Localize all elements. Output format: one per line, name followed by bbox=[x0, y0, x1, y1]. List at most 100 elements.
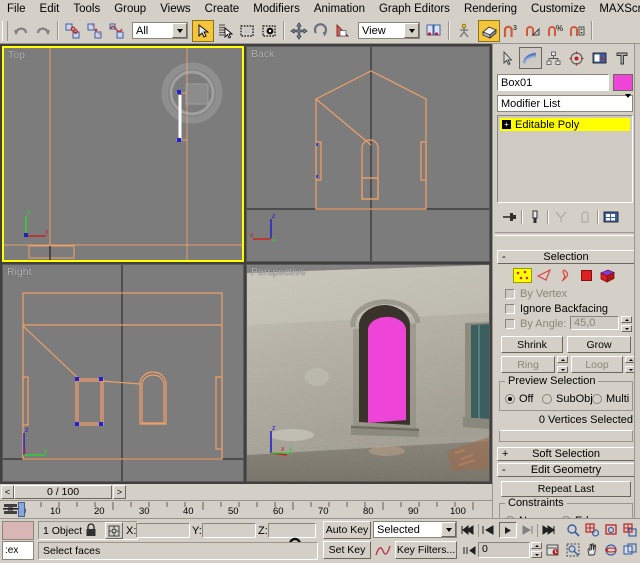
ignore-backfacing-row[interactable]: Ignore Backfacing bbox=[505, 303, 608, 315]
selection-rollout-header[interactable]: - Selection bbox=[497, 250, 635, 264]
menu-item-customize[interactable]: Customize bbox=[524, 2, 592, 16]
play-animation-button[interactable] bbox=[499, 522, 517, 538]
menu-item-modifiers[interactable]: Modifiers bbox=[246, 2, 307, 16]
set-key-button[interactable]: Set Key bbox=[323, 541, 371, 559]
prev-frame-arrow[interactable]: < bbox=[1, 485, 14, 499]
shrink-button[interactable]: Shrink bbox=[501, 336, 563, 353]
select-and-move-icon[interactable] bbox=[288, 20, 310, 42]
arc-rotate-icon[interactable] bbox=[602, 541, 619, 558]
by-angle-row[interactable]: By Angle: bbox=[505, 318, 566, 330]
track-bar[interactable]: 10 20 30 40 50 60 70 80 90 100 0 bbox=[0, 500, 492, 519]
window-crossing-icon[interactable] bbox=[258, 20, 280, 42]
by-angle-spinner[interactable] bbox=[621, 316, 632, 332]
menu-item-graph-editors[interactable]: Graph Editors bbox=[372, 2, 457, 16]
y-coordinate-field[interactable] bbox=[202, 523, 256, 538]
current-frame-field[interactable]: 0 / 100 bbox=[14, 485, 112, 499]
viewport-back[interactable]: Back bbox=[246, 46, 490, 262]
maxscript-mini-listener-swatch[interactable] bbox=[2, 521, 34, 540]
subobject-edge-icon[interactable] bbox=[536, 268, 553, 283]
menu-item-rendering[interactable]: Rendering bbox=[457, 2, 524, 16]
snaps-toggle-button[interactable] bbox=[478, 20, 500, 42]
zoom-extents-all-icon[interactable] bbox=[621, 521, 638, 538]
previous-frame-icon[interactable] bbox=[481, 523, 497, 538]
bind-space-warp-icon[interactable] bbox=[106, 20, 128, 42]
by-angle-field[interactable]: 45,0 bbox=[570, 316, 619, 330]
preview-multi-radio-row[interactable]: Multi bbox=[592, 393, 629, 405]
unlink-selection-icon[interactable] bbox=[84, 20, 106, 42]
menu-item-group[interactable]: Group bbox=[107, 2, 153, 16]
reference-coordinate-combo[interactable]: View bbox=[358, 22, 420, 39]
current-frame-jump-icon[interactable] bbox=[462, 542, 476, 558]
stack-item-editable-poly[interactable]: + Editable Poly bbox=[500, 118, 630, 131]
open-mini-curve-editor-icon[interactable] bbox=[2, 502, 19, 517]
modifier-stack[interactable]: + Editable Poly bbox=[497, 115, 633, 203]
viewport-top-label[interactable]: Top bbox=[8, 49, 25, 61]
select-object-button[interactable] bbox=[192, 20, 214, 42]
tab-create[interactable] bbox=[496, 47, 519, 69]
tab-display[interactable] bbox=[588, 47, 611, 69]
rectangular-selection-region-icon[interactable] bbox=[236, 20, 258, 42]
viewport-right-label[interactable]: Right bbox=[7, 266, 32, 278]
select-and-link-icon[interactable] bbox=[62, 20, 84, 42]
object-name-field[interactable]: Box01 bbox=[497, 74, 609, 91]
preview-off-radio-row[interactable]: Off bbox=[505, 393, 533, 405]
subobject-vertex-icon[interactable] bbox=[513, 268, 532, 283]
preview-off-radio[interactable] bbox=[505, 394, 515, 404]
go-to-end-icon[interactable] bbox=[540, 523, 556, 538]
viewport-top[interactable]: Top y bbox=[2, 46, 244, 262]
preview-multi-radio[interactable] bbox=[592, 394, 602, 404]
track-bar-ruler[interactable]: 10 20 30 40 50 60 70 80 90 100 0 bbox=[22, 501, 492, 519]
current-frame-field-anim[interactable]: 0 bbox=[478, 542, 530, 558]
toolbar-grip[interactable] bbox=[2, 21, 8, 41]
go-to-start-icon[interactable] bbox=[460, 523, 476, 538]
by-vertex-checkbox[interactable] bbox=[505, 289, 515, 299]
menu-item-animation[interactable]: Animation bbox=[307, 2, 372, 16]
select-and-rotate-icon[interactable] bbox=[310, 20, 332, 42]
preview-subobj-radio-row[interactable]: SubObj bbox=[542, 393, 593, 405]
grow-button[interactable]: Grow bbox=[567, 336, 631, 353]
edit-geometry-rollout-header[interactable]: - Edit Geometry bbox=[497, 463, 635, 477]
subobject-border-icon[interactable] bbox=[557, 268, 574, 283]
viewport-back-label[interactable]: Back bbox=[251, 48, 274, 60]
redo-icon[interactable] bbox=[32, 20, 54, 42]
snap-3d-icon[interactable]: 3 bbox=[500, 20, 522, 42]
pin-stack-icon[interactable] bbox=[497, 210, 521, 224]
select-and-manipulate-icon[interactable] bbox=[453, 20, 475, 42]
field-of-view-icon[interactable] bbox=[564, 541, 581, 558]
soft-selection-rollout-header[interactable]: + Soft Selection bbox=[497, 447, 635, 461]
key-filters-button[interactable]: Key Filters... bbox=[395, 541, 457, 559]
command-panel-scrollbar[interactable] bbox=[634, 44, 640, 518]
absolute-relative-toggle[interactable] bbox=[105, 522, 123, 539]
viewport-right[interactable]: Right bbox=[2, 264, 244, 482]
ring-button[interactable]: Ring bbox=[501, 356, 555, 373]
tab-hierarchy[interactable] bbox=[542, 47, 565, 69]
time-configuration-icon[interactable] bbox=[545, 542, 561, 558]
expand-stack-icon[interactable]: + bbox=[502, 120, 511, 129]
subobject-element-icon[interactable] bbox=[599, 268, 616, 283]
menu-item-maxscript[interactable]: MAXScript bbox=[592, 2, 640, 16]
preview-subobj-radio[interactable] bbox=[542, 394, 552, 404]
chevron-down-icon-modlist[interactable] bbox=[625, 98, 631, 110]
show-end-result-icon[interactable] bbox=[523, 210, 547, 224]
by-vertex-row[interactable]: By Vertex bbox=[505, 288, 567, 300]
object-color-swatch[interactable] bbox=[613, 74, 633, 91]
selection-set-combo[interactable]: Selected bbox=[373, 521, 457, 538]
tab-utilities[interactable] bbox=[611, 47, 634, 69]
repeat-last-button[interactable]: Repeat Last bbox=[501, 481, 631, 497]
undo-icon[interactable] bbox=[10, 20, 32, 42]
next-frame-icon[interactable] bbox=[519, 523, 535, 538]
menu-item-views[interactable]: Views bbox=[153, 2, 197, 16]
subobject-polygon-icon[interactable] bbox=[578, 268, 595, 283]
time-slider-handle[interactable] bbox=[18, 502, 25, 517]
selection-filter-combo[interactable]: All bbox=[132, 22, 188, 39]
next-frame-arrow[interactable]: > bbox=[113, 485, 126, 499]
tab-motion[interactable] bbox=[565, 47, 588, 69]
viewport-perspective-label[interactable]: Perspective bbox=[251, 266, 306, 278]
modifier-list-combo[interactable]: Modifier List bbox=[497, 95, 633, 112]
ring-spinner[interactable] bbox=[557, 356, 568, 373]
auto-key-button[interactable]: Auto Key bbox=[323, 521, 371, 539]
current-frame-spinner[interactable] bbox=[531, 542, 542, 558]
maximize-viewport-toggle-icon[interactable] bbox=[621, 541, 638, 558]
menu-item-edit[interactable]: Edit bbox=[33, 2, 67, 16]
zoom-extents-icon[interactable] bbox=[602, 521, 619, 538]
